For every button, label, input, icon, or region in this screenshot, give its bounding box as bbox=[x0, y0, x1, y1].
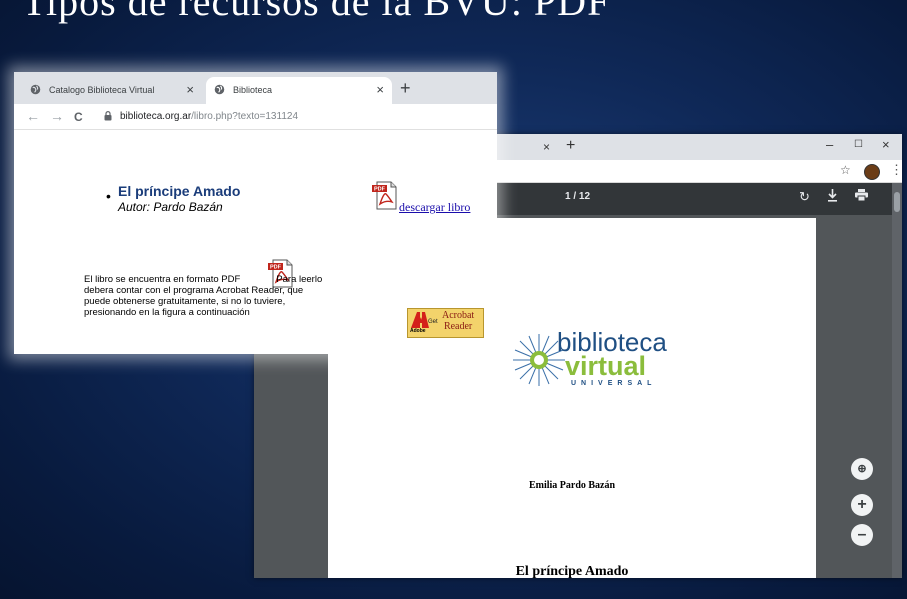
get-label: Get bbox=[428, 319, 438, 325]
url-path: /libro.php?texto=131124 bbox=[191, 111, 299, 122]
back-button[interactable]: ← bbox=[26, 108, 40, 124]
download-icon[interactable] bbox=[827, 189, 838, 205]
reload-button[interactable]: C bbox=[74, 109, 83, 125]
tab-close-icon[interactable]: × bbox=[376, 82, 384, 97]
tab-biblioteca[interactable]: Biblioteca × bbox=[206, 77, 392, 104]
logo-text-universal: UNIVERSAL bbox=[571, 380, 657, 387]
info-line: puede obtenerse gratuitamente, si no lo … bbox=[84, 296, 286, 307]
info-line: presionando en la figura a continuación bbox=[84, 307, 250, 318]
info-line: El libro se encuentra en formato PDF Para… bbox=[84, 274, 384, 285]
pdf-author: Emilia Pardo Bazán bbox=[528, 480, 616, 491]
forward-button[interactable]: → bbox=[50, 108, 64, 124]
tab-close-icon[interactable]: × bbox=[186, 82, 194, 97]
pdf-book-title: El príncipe Amado bbox=[515, 564, 629, 578]
svg-text:PDF: PDF bbox=[270, 265, 282, 271]
acrobat-text: Acrobat bbox=[442, 310, 475, 321]
tab-label: Catalogo Biblioteca Virtual bbox=[49, 85, 155, 95]
globe-icon bbox=[30, 84, 41, 95]
tab-label: Biblioteca bbox=[233, 85, 273, 95]
maximize-button[interactable]: ☐ bbox=[854, 139, 863, 150]
info-line: debera contar con el programa Acrobat Re… bbox=[84, 285, 304, 296]
adobe-logo-icon bbox=[411, 312, 429, 328]
pdf-file-icon[interactable]: PDF bbox=[372, 180, 398, 210]
acrobat-reader-label: Acrobat Reader bbox=[442, 310, 474, 332]
url-host: biblioteca.org.ar bbox=[120, 111, 192, 122]
reader-text: Reader bbox=[443, 321, 473, 332]
info-paragraph: El libro se encuentra en formato PDF Para… bbox=[84, 274, 384, 318]
get-acrobat-reader-button[interactable]: Adobe Get Acrobat Reader bbox=[407, 308, 484, 338]
window-close-button[interactable]: × bbox=[882, 137, 890, 152]
lock-icon bbox=[104, 111, 112, 121]
new-tab-button[interactable]: + bbox=[400, 79, 411, 97]
tab-bar: Catalogo Biblioteca Virtual × Biblioteca… bbox=[14, 72, 497, 104]
minimize-button[interactable]: – bbox=[826, 137, 833, 152]
page-content: • El príncipe Amado Autor: Pardo Bazán P… bbox=[14, 130, 497, 354]
back-tab-close-icon[interactable]: × bbox=[543, 140, 550, 154]
info-text: Para leerlo bbox=[276, 274, 323, 285]
list-bullet: • bbox=[106, 188, 111, 204]
info-text: El libro se encuentra en formato PDF bbox=[84, 274, 241, 285]
zoom-out-button[interactable]: – bbox=[851, 524, 873, 546]
browser-window: Catalogo Biblioteca Virtual × Biblioteca… bbox=[14, 72, 497, 354]
slide-title: Tipos de recursos de la BVU: PDF bbox=[22, 0, 611, 24]
print-icon[interactable] bbox=[855, 189, 868, 204]
book-title: El príncipe Amado bbox=[118, 183, 241, 199]
book-author: Autor: Pardo Bazán bbox=[118, 200, 223, 214]
download-link[interactable]: descargar libro bbox=[399, 200, 470, 215]
biblioteca-virtual-logo: biblioteca virtual UNIVERSAL bbox=[513, 328, 683, 398]
tab-catalogo[interactable]: Catalogo Biblioteca Virtual × bbox=[22, 77, 202, 104]
svg-text:PDF: PDF bbox=[374, 187, 386, 193]
back-new-tab-button[interactable]: + bbox=[566, 137, 575, 155]
avatar[interactable] bbox=[864, 164, 880, 180]
page-count: 1 / 12 bbox=[565, 191, 591, 202]
scrollbar[interactable] bbox=[892, 183, 902, 578]
address-bar: ← → C biblioteca.org.ar/libro.php?texto=… bbox=[14, 104, 497, 130]
scrollbar-thumb[interactable] bbox=[894, 192, 900, 212]
zoom-in-button[interactable]: + bbox=[851, 494, 873, 516]
rotate-icon[interactable]: ↻ bbox=[799, 189, 810, 205]
logo-text-virtual: virtual bbox=[565, 351, 647, 381]
star-icon[interactable]: ☆ bbox=[840, 163, 851, 177]
kebab-icon[interactable]: ⋮ bbox=[890, 162, 902, 178]
url-field[interactable]: biblioteca.org.ar/libro.php?texto=131124 bbox=[120, 111, 298, 122]
globe-icon bbox=[214, 84, 225, 95]
fit-page-icon[interactable]: ⊕ bbox=[851, 458, 873, 480]
adobe-label: Adobe bbox=[410, 328, 426, 334]
